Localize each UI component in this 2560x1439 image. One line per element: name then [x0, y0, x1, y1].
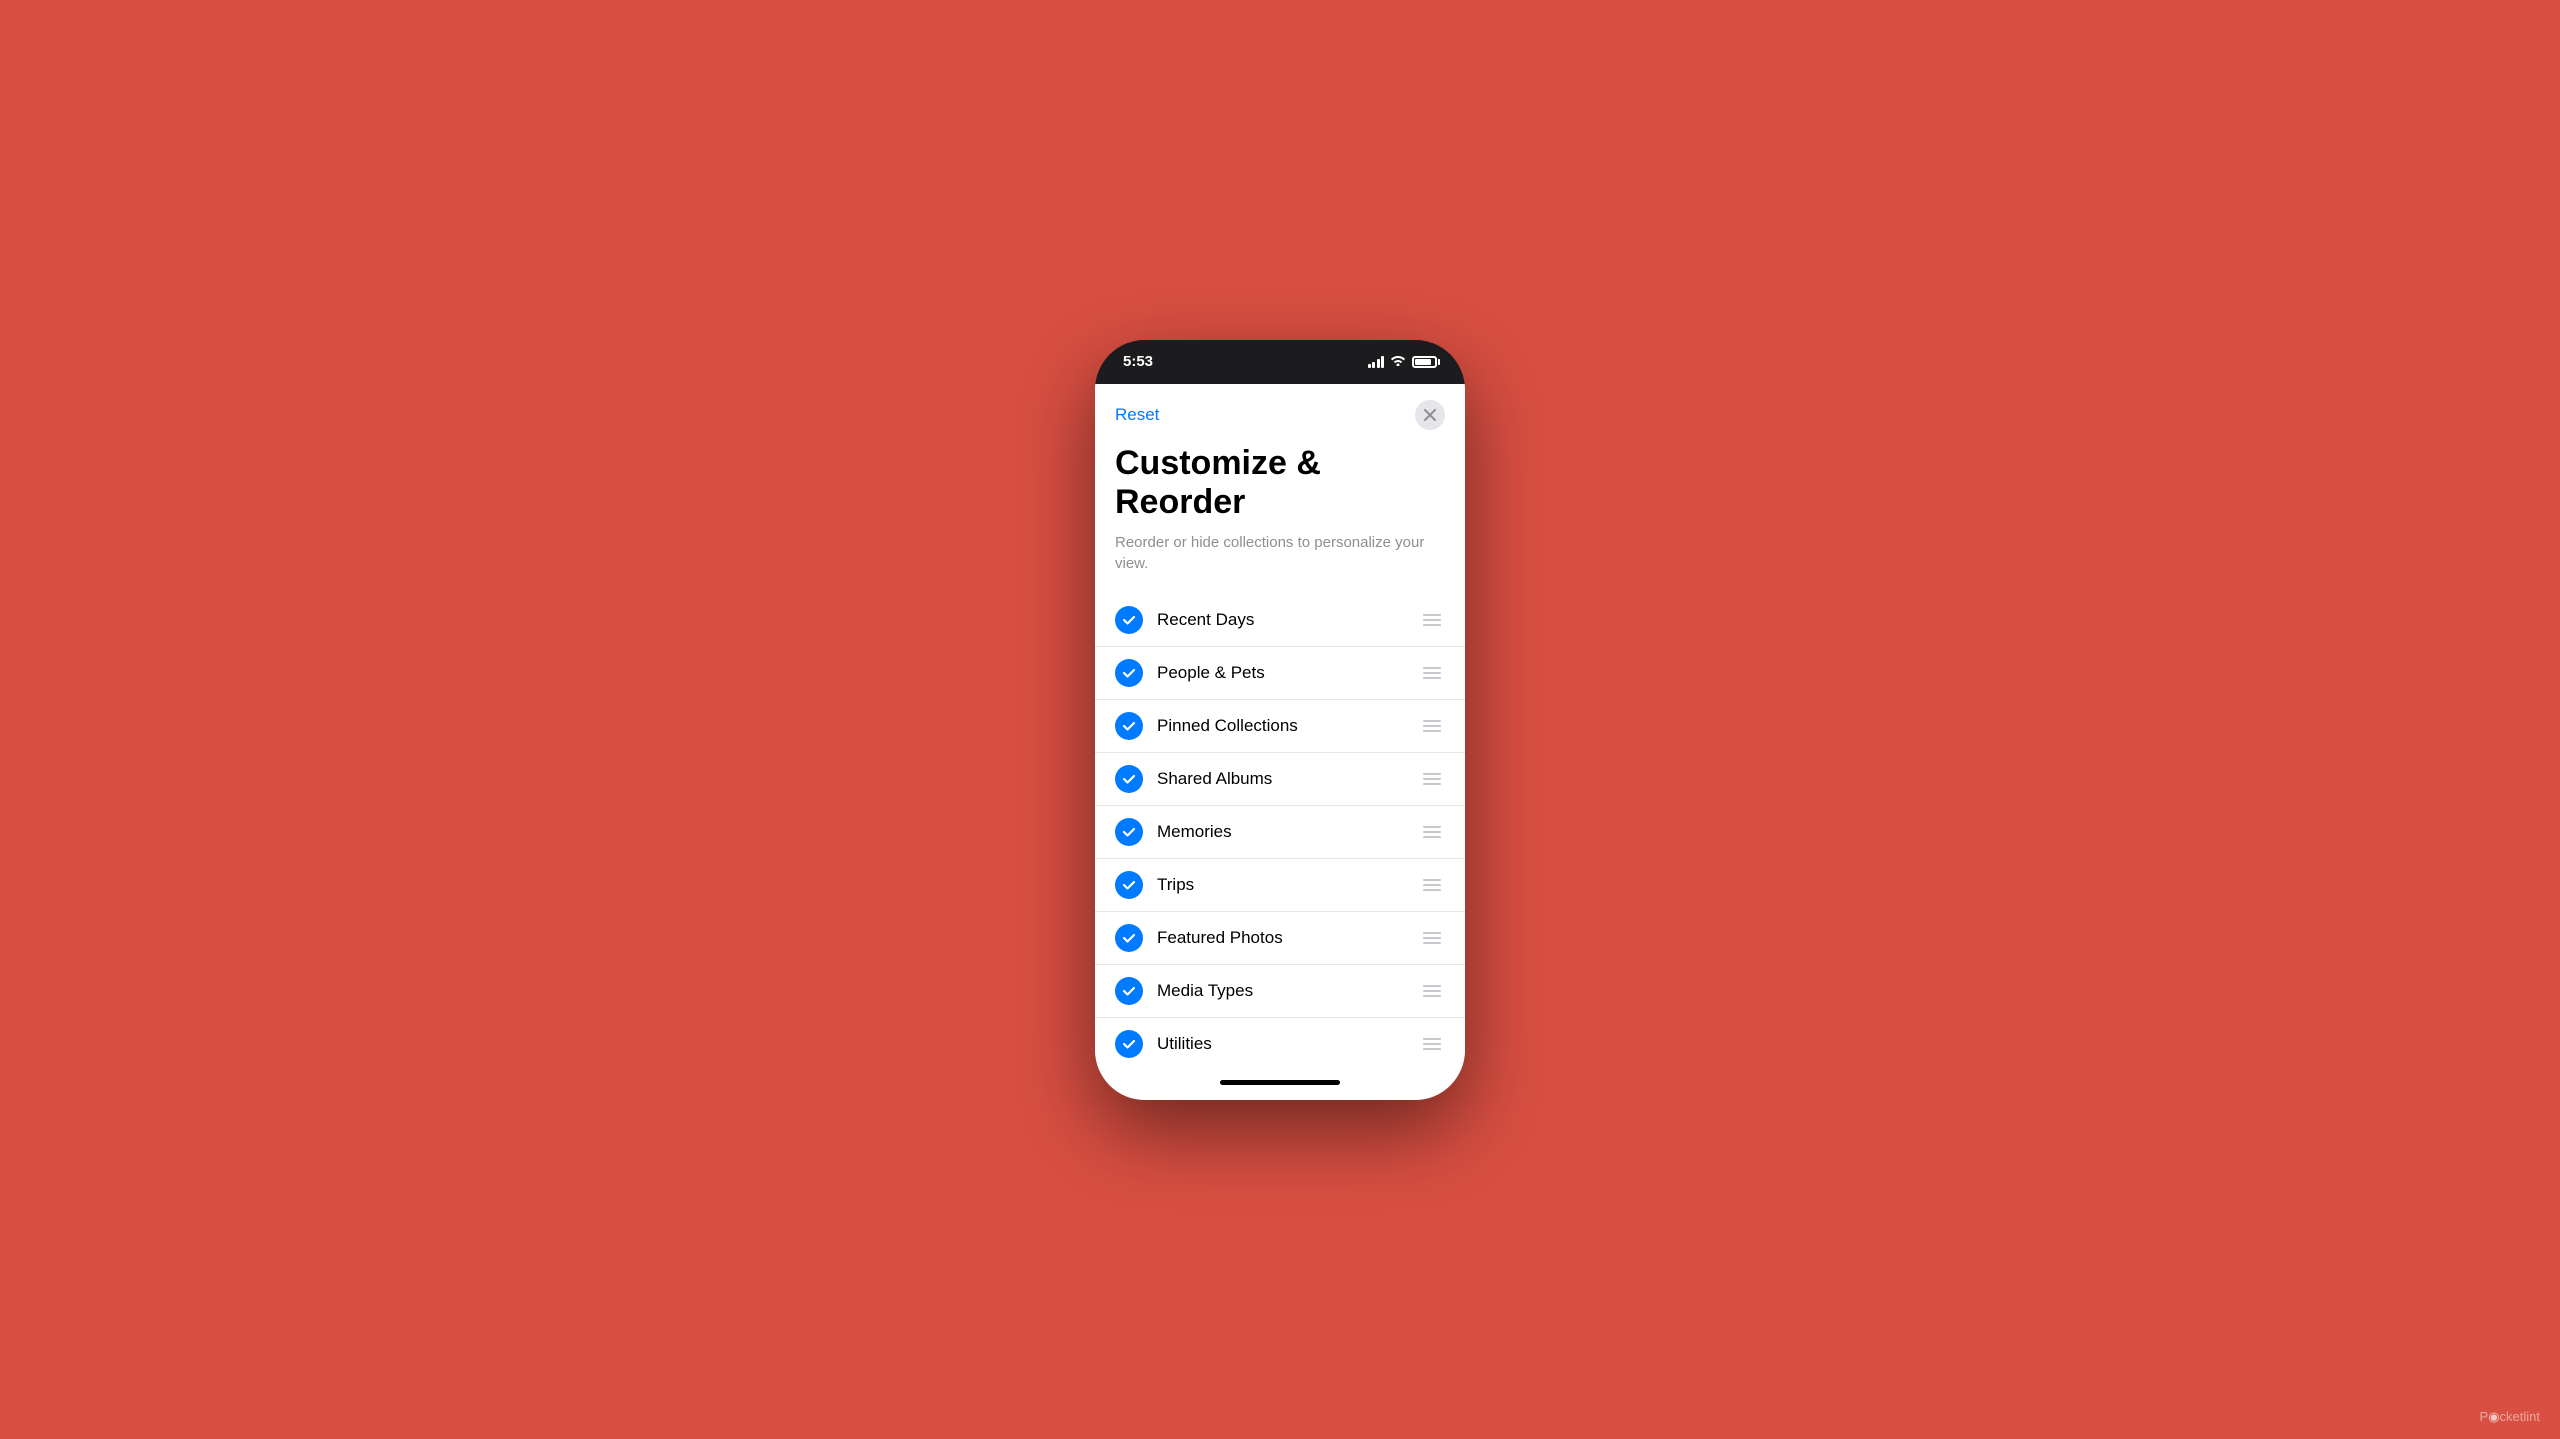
list-item-shared-albums[interactable]: Shared Albums [1095, 753, 1465, 806]
modal-subtitle: Reorder or hide collections to personali… [1115, 532, 1445, 574]
item-label-media-types: Media Types [1157, 981, 1419, 1001]
drag-handle-people-pets[interactable] [1419, 663, 1445, 683]
item-label-recent-days: Recent Days [1157, 610, 1419, 630]
drag-handle-shared-albums[interactable] [1419, 769, 1445, 789]
list-item-recent-days[interactable]: Recent Days [1095, 594, 1465, 647]
check-icon-pinned-collections [1115, 712, 1143, 740]
home-indicator [1095, 1066, 1465, 1100]
list-item-utilities[interactable]: Utilities [1095, 1018, 1465, 1066]
check-icon-utilities [1115, 1030, 1143, 1058]
status-time: 5:53 [1123, 353, 1153, 370]
check-icon-recent-days [1115, 606, 1143, 634]
item-label-utilities: Utilities [1157, 1034, 1419, 1054]
check-icon-featured-photos [1115, 924, 1143, 952]
modal-header: Reset Customize &Reorder Reorder or hide… [1095, 384, 1465, 594]
check-icon-trips [1115, 871, 1143, 899]
list-item-featured-photos[interactable]: Featured Photos [1095, 912, 1465, 965]
item-label-trips: Trips [1157, 875, 1419, 895]
item-label-pinned-collections: Pinned Collections [1157, 716, 1419, 736]
battery-icon [1412, 356, 1437, 368]
wifi-icon [1390, 354, 1406, 369]
reset-button[interactable]: Reset [1115, 405, 1159, 425]
item-label-shared-albums: Shared Albums [1157, 769, 1419, 789]
list-item-trips[interactable]: Trips [1095, 859, 1465, 912]
list-item-memories[interactable]: Memories [1095, 806, 1465, 859]
list-container[interactable]: Recent Days People & Pets [1095, 594, 1465, 1066]
status-icons [1368, 354, 1438, 369]
modal-container: Reset Customize &Reorder Reorder or hide… [1095, 384, 1465, 1100]
drag-handle-memories[interactable] [1419, 822, 1445, 842]
drag-handle-featured-photos[interactable] [1419, 928, 1445, 948]
check-icon-shared-albums [1115, 765, 1143, 793]
signal-icon [1368, 356, 1385, 368]
drag-handle-recent-days[interactable] [1419, 610, 1445, 630]
drag-handle-media-types[interactable] [1419, 981, 1445, 1001]
list-item-media-types[interactable]: Media Types [1095, 965, 1465, 1018]
list-item-people-pets[interactable]: People & Pets [1095, 647, 1465, 700]
phone-frame: 5:53 Reset [1095, 340, 1465, 1100]
home-bar [1220, 1080, 1340, 1085]
check-icon-media-types [1115, 977, 1143, 1005]
status-bar: 5:53 [1095, 340, 1465, 384]
drag-handle-pinned-collections[interactable] [1419, 716, 1445, 736]
modal-top-bar: Reset [1115, 400, 1445, 430]
list-item-pinned-collections[interactable]: Pinned Collections [1095, 700, 1465, 753]
drag-handle-utilities[interactable] [1419, 1034, 1445, 1054]
item-label-people-pets: People & Pets [1157, 663, 1419, 683]
item-label-featured-photos: Featured Photos [1157, 928, 1419, 948]
modal-title: Customize &Reorder [1115, 444, 1445, 522]
check-icon-memories [1115, 818, 1143, 846]
item-label-memories: Memories [1157, 822, 1419, 842]
drag-handle-trips[interactable] [1419, 875, 1445, 895]
close-button[interactable] [1415, 400, 1445, 430]
watermark: P◉cketlint [2480, 1409, 2540, 1425]
check-icon-people-pets [1115, 659, 1143, 687]
